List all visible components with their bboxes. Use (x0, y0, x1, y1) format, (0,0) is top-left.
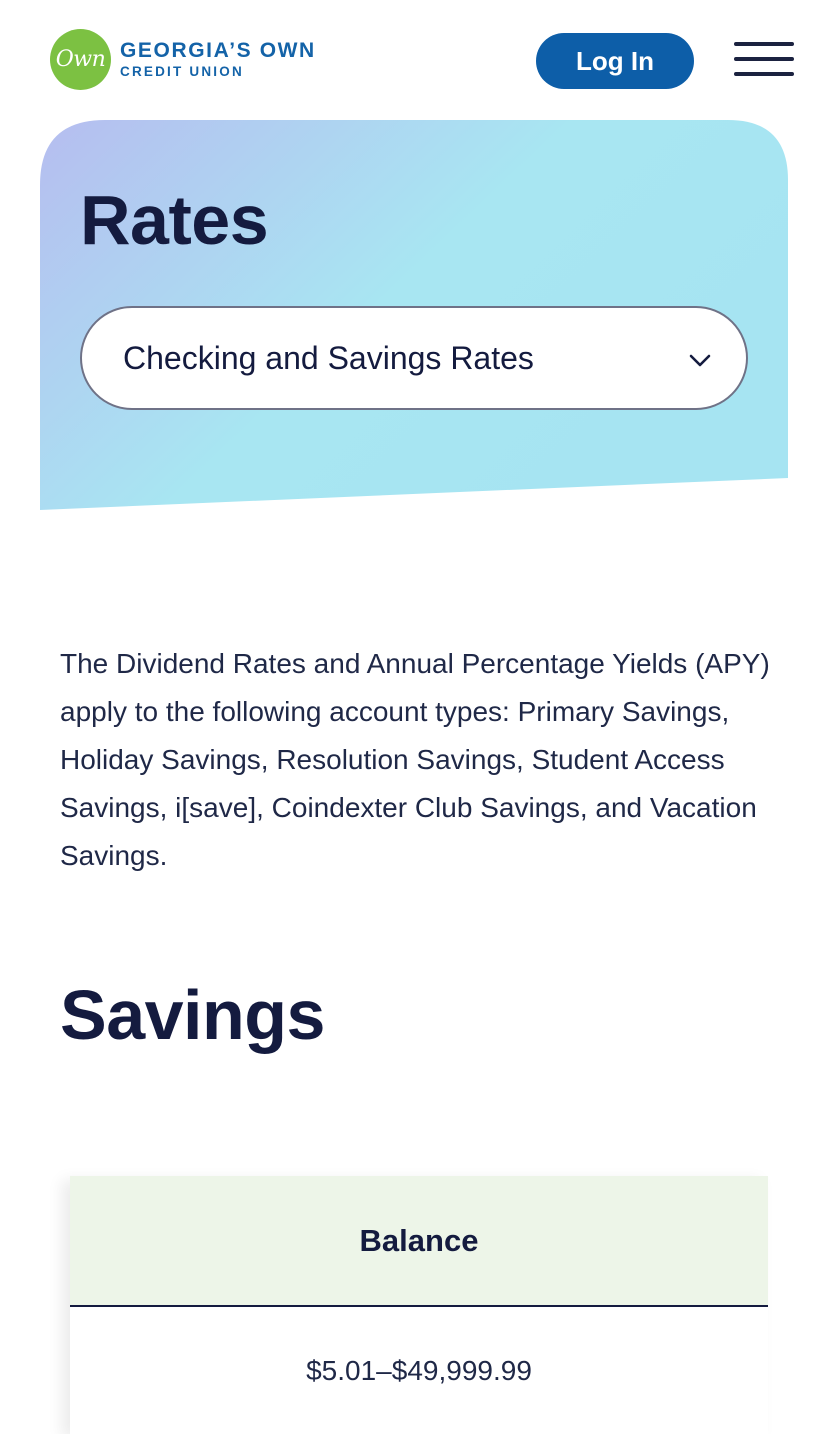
rates-intro-text: The Dividend Rates and Annual Percentage… (60, 648, 770, 871)
savings-heading: Savings (60, 976, 325, 1054)
site-header: Own GEORGIA’S OWN CREDIT UNION Log In (0, 0, 828, 120)
savings-rates-table: Balance $5.01–$49,999.99 (70, 1176, 768, 1434)
logo-link[interactable]: Own GEORGIA’S OWN CREDIT UNION (50, 29, 316, 90)
menu-bar-middle (734, 57, 794, 61)
logo-mark: Own (50, 29, 111, 90)
column-header-balance: Balance (70, 1176, 768, 1307)
rates-category-select[interactable]: Checking and Savings Rates (80, 306, 748, 410)
balance-cell: $5.01–$49,999.99 (70, 1306, 768, 1434)
rates-category-value: Checking and Savings Rates (123, 339, 534, 376)
page-title: Rates (80, 181, 269, 259)
table-row: $5.01–$49,999.99 (70, 1306, 768, 1434)
hero-banner: Rates Checking and Savings Rates (40, 120, 788, 512)
logo-wordmark: GEORGIA’S OWN CREDIT UNION (120, 40, 316, 79)
menu-bar-bottom (734, 72, 794, 76)
login-button[interactable]: Log In (536, 33, 694, 89)
menu-bar-top (734, 42, 794, 46)
chevron-down-icon (689, 354, 711, 367)
hamburger-menu-icon[interactable] (733, 40, 795, 80)
table-header-row: Balance (70, 1176, 768, 1307)
logo-line-2: CREDIT UNION (120, 64, 244, 80)
logo-line-1: GEORGIA’S OWN (120, 39, 316, 63)
